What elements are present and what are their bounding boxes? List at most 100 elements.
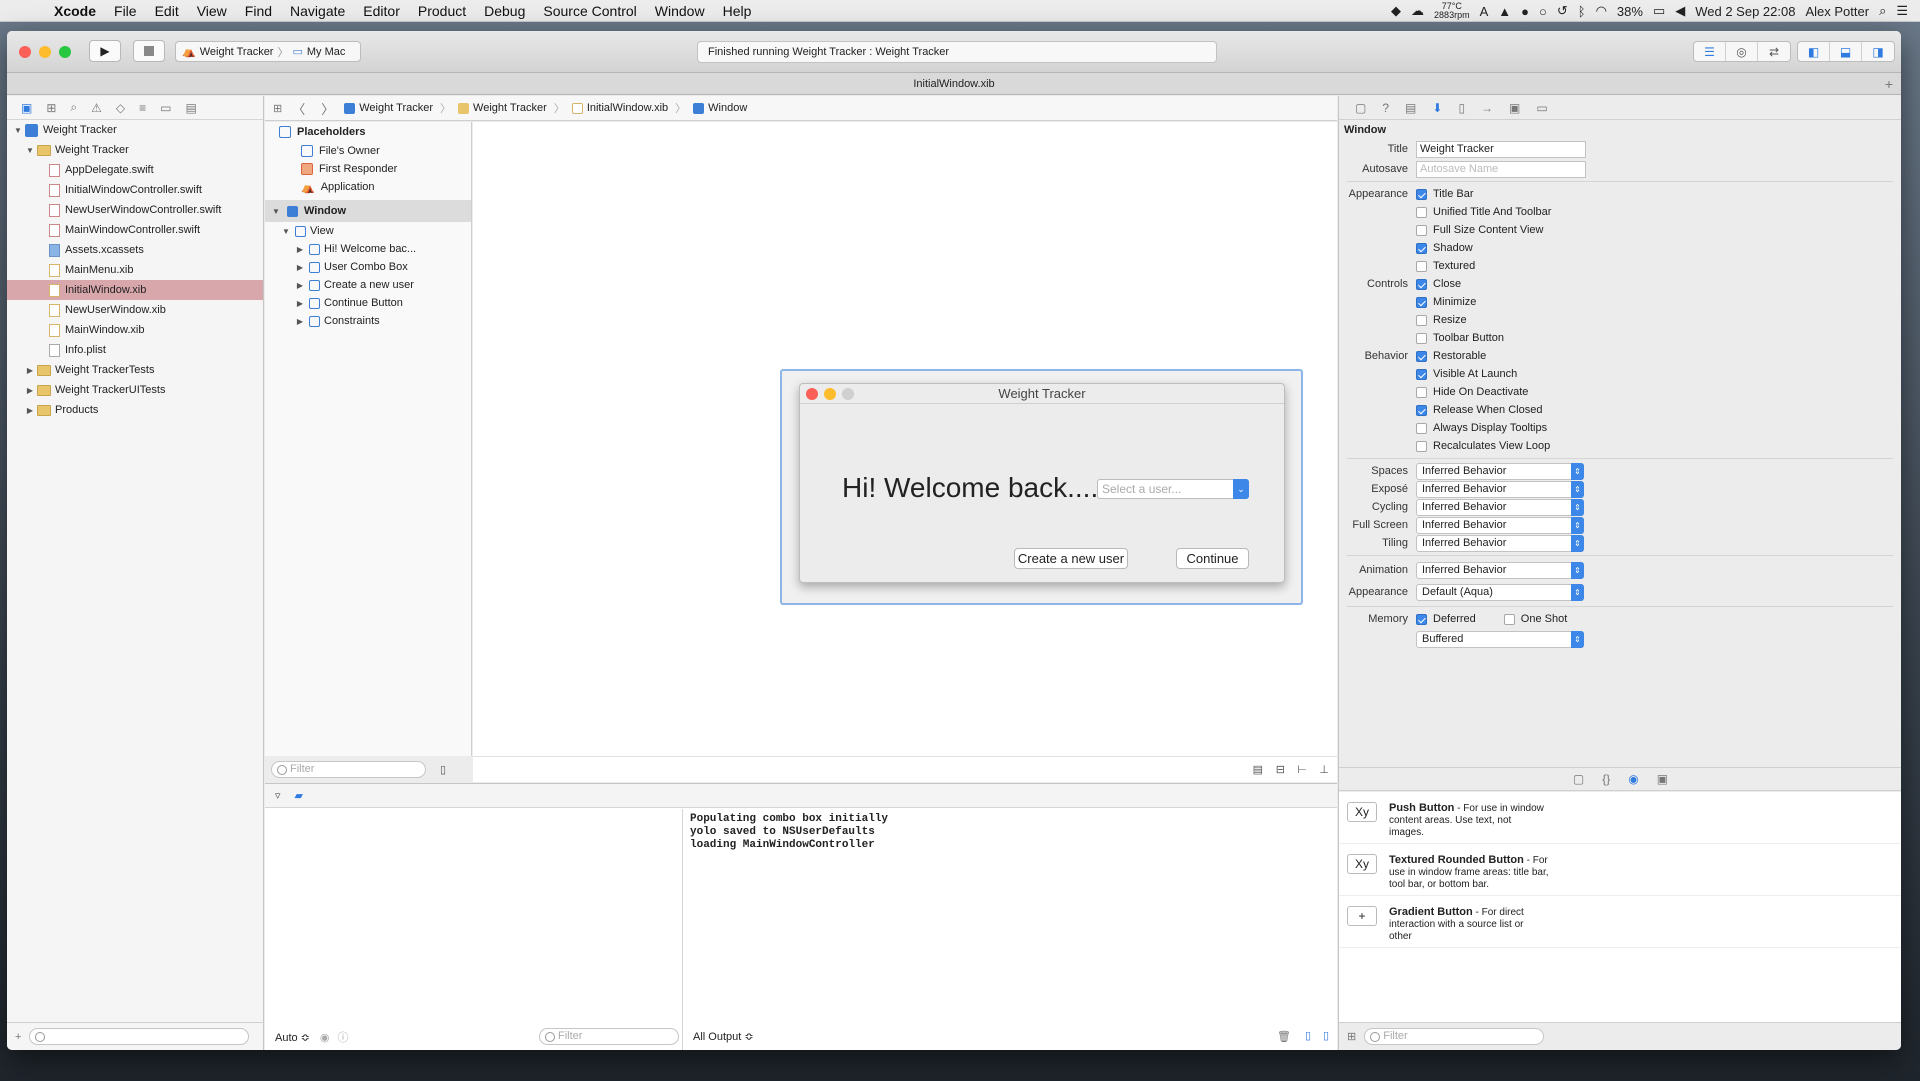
output-popup[interactable]: All Output ≎ — [693, 1030, 754, 1043]
chevron-down-icon[interactable]: ⌄ — [1233, 479, 1249, 499]
assistant-editor-icon[interactable]: ◎ — [1726, 42, 1758, 61]
code-snippet-icon[interactable]: {} — [1602, 772, 1610, 786]
toggle-debug-area-icon[interactable]: ⬓ — [1830, 42, 1862, 61]
disclosure-triangle-icon[interactable]: ▼ — [25, 146, 35, 155]
clock[interactable]: Wed 2 Sep 22:08 — [1695, 4, 1795, 19]
breakpoint-icon[interactable]: ▭ — [160, 101, 171, 115]
standard-editor-icon[interactable]: ☰ — [1694, 42, 1726, 61]
back-arrow-icon[interactable]: 〈 — [292, 99, 305, 118]
grid-view-icon[interactable]: ⊞ — [1347, 1030, 1356, 1043]
disclosure-triangle-icon[interactable]: ▼ — [281, 227, 291, 236]
navigator-item[interactable]: NewUserWindow.xib — [7, 300, 263, 320]
stop-button[interactable] — [133, 40, 165, 62]
checkbox[interactable] — [1416, 440, 1427, 452]
disclosure-triangle-icon[interactable]: ▶ — [25, 386, 35, 395]
interface-builder-canvas[interactable]: Weight Tracker Hi! Welcome back.... Sele… — [473, 122, 1337, 756]
file-inspector-icon[interactable]: ▢ — [1355, 101, 1366, 115]
notification-center-icon[interactable]: ☰ — [1896, 3, 1908, 19]
outline-child[interactable]: ▶ Create a new user — [265, 276, 471, 294]
toggle-utilities-icon[interactable]: ◨ — [1862, 42, 1894, 61]
outline-first-responder[interactable]: First Responder — [265, 160, 471, 178]
checkbox[interactable] — [1416, 404, 1427, 416]
backing-popup[interactable]: Buffered ⇕ — [1416, 630, 1584, 648]
connections-inspector-icon[interactable]: → — [1481, 101, 1493, 115]
library-item[interactable]: Xy Push Button - For use in window conten… — [1339, 792, 1901, 844]
menu-window[interactable]: Window — [655, 3, 705, 19]
outline-child[interactable]: ▶ User Combo Box — [265, 258, 471, 276]
disclosure-triangle-icon[interactable]: ▶ — [295, 245, 305, 254]
hide-outline-icon[interactable]: ▯ — [440, 763, 446, 776]
auto-variables-popup[interactable]: Auto ≎ — [275, 1031, 310, 1044]
breadcrumb-group[interactable]: Weight Tracker — [458, 102, 547, 114]
bluetooth-icon[interactable]: ᛒ — [1578, 4, 1586, 19]
media-library-icon[interactable]: ▣ — [1657, 772, 1668, 786]
checkbox[interactable] — [1416, 386, 1427, 398]
breadcrumb-file[interactable]: InitialWindow.xib — [571, 102, 668, 114]
bindings-inspector-icon[interactable]: ▣ — [1509, 101, 1520, 115]
navigator-item[interactable]: MainMenu.xib — [7, 260, 263, 280]
outline-files-owner[interactable]: File's Owner — [265, 142, 471, 160]
add-tab-icon[interactable]: + — [1885, 73, 1893, 95]
navigator-item[interactable]: ▶ Weight TrackerUITests — [7, 380, 263, 400]
behavior-popup[interactable]: Inferred Behavior ⇕ — [1416, 516, 1584, 534]
menu-editor[interactable]: Editor — [363, 3, 400, 19]
navigator-item[interactable]: Assets.xcassets — [7, 240, 263, 260]
related-items-icon[interactable]: ⊞ — [273, 102, 282, 115]
text-input-icon[interactable]: A — [1480, 4, 1489, 19]
add-file-icon[interactable]: + — [15, 1031, 21, 1043]
menu-debug[interactable]: Debug — [484, 3, 525, 19]
outline-filter-field[interactable]: Filter — [271, 760, 426, 778]
trash-icon[interactable]: 🗑 — [1277, 1030, 1291, 1043]
chat-icon[interactable]: ○ — [1539, 4, 1547, 19]
outline-child[interactable]: ▶ Constraints — [265, 312, 471, 330]
breakpoint-toggle-icon[interactable]: ▰ — [295, 789, 303, 802]
debug-list-icon[interactable]: ≡ — [139, 101, 146, 115]
checkbox[interactable] — [1416, 188, 1427, 200]
navigator-item[interactable]: InitialWindow.xib — [7, 280, 263, 300]
outline-child[interactable]: ▶ Continue Button — [265, 294, 471, 312]
behavior-popup[interactable]: Inferred Behavior ⇕ — [1416, 498, 1584, 516]
menu-navigate[interactable]: Navigate — [290, 3, 345, 19]
deferred-checkbox[interactable] — [1416, 613, 1427, 625]
dropbox-icon[interactable]: ◆ — [1391, 3, 1401, 19]
forward-arrow-icon[interactable]: 〉 — [321, 99, 334, 118]
disclosure-triangle-icon[interactable]: ▼ — [271, 207, 281, 216]
menu-find[interactable]: Find — [245, 3, 272, 19]
hide-debug-area-icon[interactable]: ▿ — [275, 789, 281, 802]
toggle-navigator-icon[interactable]: ◧ — [1798, 42, 1830, 61]
placeholders-header[interactable]: Placeholders — [265, 122, 471, 142]
design-window[interactable]: Weight Tracker Hi! Welcome back.... Sele… — [799, 383, 1285, 583]
file-template-icon[interactable]: ▢ — [1573, 772, 1584, 786]
navigator-item[interactable]: MainWindow.xib — [7, 320, 263, 340]
temperature-readout[interactable]: 77°C 2883rpm — [1434, 2, 1470, 20]
outline-window[interactable]: ▼ Window — [265, 200, 471, 222]
show-console-icon[interactable]: ▯ — [1323, 1029, 1329, 1042]
variables-filter-field[interactable]: Filter — [539, 1028, 679, 1045]
window-frame[interactable]: Weight Tracker Hi! Welcome back.... Sele… — [780, 369, 1303, 605]
navigator-item[interactable]: MainWindowController.swift — [7, 220, 263, 240]
navigator-item[interactable]: AppDelegate.swift — [7, 160, 263, 180]
checkbox[interactable] — [1416, 368, 1427, 380]
navigator-item[interactable]: NewUserWindowController.swift — [7, 200, 263, 220]
time-machine-icon[interactable]: ↺ — [1557, 3, 1568, 19]
checkbox[interactable] — [1416, 206, 1427, 218]
user-combo-box[interactable]: Select a user... ⌄ — [1097, 479, 1249, 499]
behavior-popup[interactable]: Inferred Behavior ⇕ — [1416, 534, 1584, 552]
navigator-filter-field[interactable] — [29, 1028, 250, 1045]
report-icon[interactable]: ▤ — [186, 101, 197, 115]
checkbox[interactable] — [1416, 422, 1427, 434]
behavior-popup[interactable]: Inferred Behavior ⇕ — [1416, 480, 1584, 498]
minimize-window-button[interactable] — [39, 46, 51, 58]
library-filter-field[interactable]: Filter — [1364, 1028, 1545, 1045]
menu-product[interactable]: Product — [418, 3, 466, 19]
effects-inspector-icon[interactable]: ▭ — [1536, 101, 1547, 115]
checkbox[interactable] — [1416, 296, 1427, 308]
resolve-autolayout-icon[interactable]: ⊥ — [1319, 763, 1329, 776]
library-item[interactable]: + Gradient Button - For direct interactio… — [1339, 896, 1901, 948]
pin-icon[interactable]: ⊢ — [1297, 763, 1307, 776]
close-window-button[interactable] — [19, 46, 31, 58]
menu-source-control[interactable]: Source Control — [543, 3, 636, 19]
volume-icon[interactable]: ◀ — [1675, 3, 1685, 19]
breadcrumb-window[interactable]: Window — [693, 102, 747, 114]
tab-initialwindow-xib[interactable]: InitialWindow.xib — [913, 78, 994, 90]
